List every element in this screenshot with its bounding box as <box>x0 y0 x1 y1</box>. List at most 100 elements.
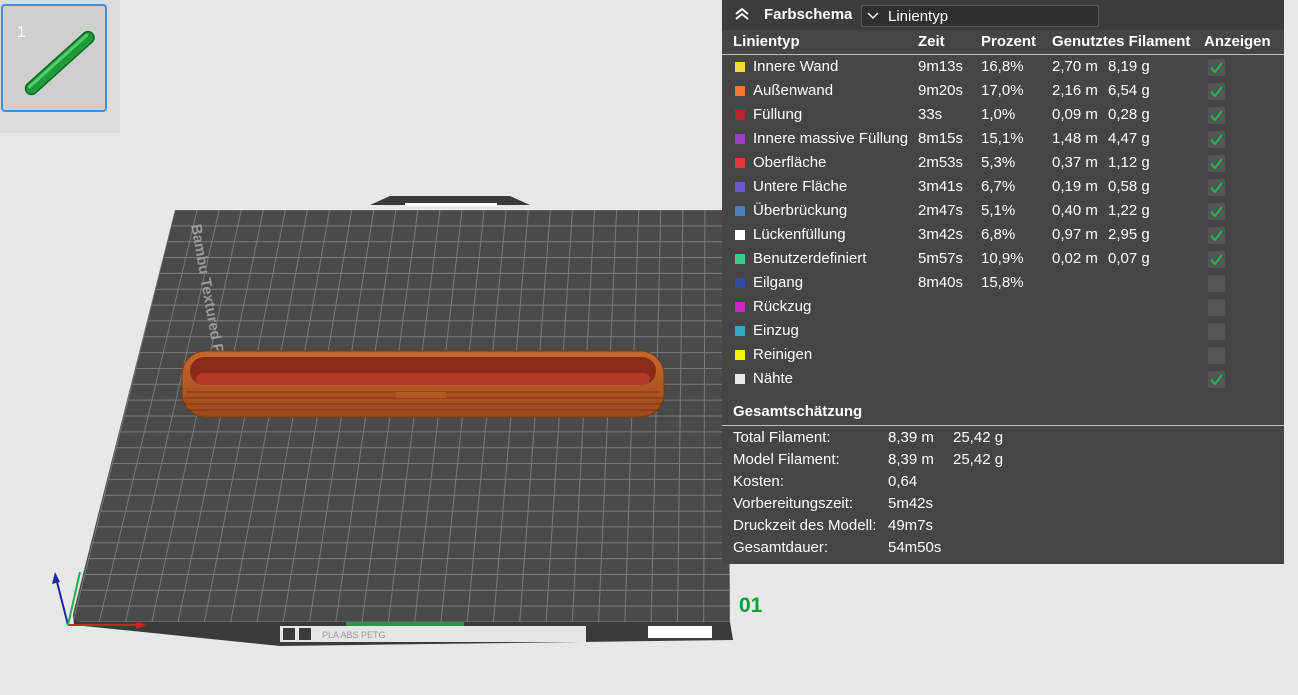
linetype-time: 3m41s <box>918 178 964 195</box>
check-icon <box>1210 182 1223 194</box>
linetype-name: Untere Fläche <box>753 178 848 195</box>
summary-row: Model Filament: 8,39 m 25,42 g <box>722 450 1284 472</box>
view-type-dropdown[interactable]: Linientyp <box>861 5 1099 27</box>
show-checkbox[interactable] <box>1208 155 1225 172</box>
linetype-length: 0,37 m <box>1052 154 1098 171</box>
color-swatch <box>735 326 745 336</box>
col-header-filament: Genutztes Filament <box>1052 33 1191 50</box>
summary-title: Gesamtschätzung <box>733 403 863 420</box>
legend-title: Farbschema <box>764 6 853 23</box>
show-checkbox[interactable] <box>1208 251 1225 268</box>
linetype-weight: 4,47 g <box>1108 130 1150 147</box>
summary-label: Model Filament: <box>733 451 840 468</box>
summary-value: 49m7s <box>888 517 934 534</box>
show-checkbox[interactable] <box>1208 107 1225 124</box>
show-checkbox[interactable] <box>1208 59 1225 76</box>
view-type-value: Linientyp <box>888 8 949 25</box>
summary-value-secondary: 25,42 g <box>953 429 1004 446</box>
color-swatch <box>735 374 745 384</box>
linetype-weight: 6,54 g <box>1108 82 1150 99</box>
linetype-length: 0,40 m <box>1052 202 1098 219</box>
summary-value: 8,39 m <box>888 451 934 468</box>
legend-panel: Farbschema Linientyp Linientyp Zeit Proz… <box>722 0 1284 564</box>
show-checkbox[interactable] <box>1208 275 1225 292</box>
linetype-name: Benutzerdefiniert <box>753 250 867 267</box>
color-swatch <box>735 110 745 120</box>
check-icon <box>1210 110 1223 122</box>
linetype-percent: 17,0% <box>981 82 1024 99</box>
color-swatch <box>735 350 745 360</box>
show-checkbox[interactable] <box>1208 179 1225 196</box>
linetype-row: Einzug <box>722 320 1284 344</box>
check-icon <box>1210 86 1223 98</box>
linetype-length: 0,97 m <box>1052 226 1098 243</box>
col-header-show: Anzeigen <box>1204 33 1271 50</box>
linetype-row: Nähte <box>722 368 1284 392</box>
show-checkbox[interactable] <box>1208 299 1225 316</box>
linetype-row: Lückenfüllung 3m42s 6,8% 0,97 m 2,95 g <box>722 224 1284 248</box>
summary-value: 8,39 m <box>888 429 934 446</box>
linetype-row: Untere Fläche 3m41s 6,7% 0,19 m 0,58 g <box>722 176 1284 200</box>
linetype-length: 1,48 m <box>1052 130 1098 147</box>
linetype-percent: 10,9% <box>981 250 1024 267</box>
linetype-percent: 16,8% <box>981 58 1024 75</box>
linetype-length: 0,19 m <box>1052 178 1098 195</box>
linetype-row: Füllung 33s 1,0% 0,09 m 0,28 g <box>722 104 1284 128</box>
summary-label: Total Filament: <box>733 429 831 446</box>
linetype-weight: 0,28 g <box>1108 106 1150 123</box>
check-icon <box>1210 158 1223 170</box>
summary-row: Total Filament: 8,39 m 25,42 g <box>722 428 1284 450</box>
summary-value: 0,64 <box>888 473 918 490</box>
linetype-name: Reinigen <box>753 346 813 363</box>
color-swatch <box>735 134 745 144</box>
linetype-weight: 1,12 g <box>1108 154 1150 171</box>
check-icon <box>1210 206 1223 218</box>
color-swatch <box>735 302 745 312</box>
show-checkbox[interactable] <box>1208 131 1225 148</box>
show-checkbox[interactable] <box>1208 83 1225 100</box>
linetype-row: Benutzerdefiniert 5m57s 10,9% 0,02 m 0,07 g <box>722 248 1284 272</box>
linetype-percent: 15,1% <box>981 130 1024 147</box>
check-icon <box>1210 374 1223 386</box>
summary-value-secondary: 25,42 g <box>953 451 1004 468</box>
linetype-time: 8m40s <box>918 274 964 291</box>
plate-thumbnail-strip: 1 <box>0 0 120 133</box>
linetype-name: Innere Wand <box>753 58 839 75</box>
show-checkbox[interactable] <box>1208 347 1225 364</box>
linetype-time: 2m47s <box>918 202 964 219</box>
linetype-row: Eilgang 8m40s 15,8% <box>722 272 1284 296</box>
linetype-name: Eilgang <box>753 274 804 291</box>
summary-label: Druckzeit des Modell: <box>733 517 877 534</box>
linetype-name: Nähte <box>753 370 794 387</box>
summary-row: Vorbereitungszeit: 5m42s <box>722 494 1284 516</box>
linetype-row: Rückzug <box>722 296 1284 320</box>
col-header-linetype: Linientyp <box>733 33 800 50</box>
check-icon <box>1210 230 1223 242</box>
print-object <box>181 350 665 418</box>
summary-value: 5m42s <box>888 495 934 512</box>
linetype-percent: 5,1% <box>981 202 1016 219</box>
linetype-weight: 1,22 g <box>1108 202 1150 219</box>
linetype-length: 0,02 m <box>1052 250 1098 267</box>
linetype-weight: 2,95 g <box>1108 226 1150 243</box>
summary-label: Kosten: <box>733 473 784 490</box>
color-swatch <box>735 206 745 216</box>
linetype-row: Innere Wand 9m13s 16,8% 2,70 m 8,19 g <box>722 56 1284 80</box>
linetype-time: 33s <box>918 106 943 123</box>
linetype-time: 8m15s <box>918 130 964 147</box>
linetype-percent: 1,0% <box>981 106 1016 123</box>
show-checkbox[interactable] <box>1208 227 1225 244</box>
summary-row: Druckzeit des Modell: 49m7s <box>722 516 1284 538</box>
collapse-icon[interactable] <box>734 7 750 21</box>
plate-thumbnail[interactable]: 1 <box>1 4 107 112</box>
show-checkbox[interactable] <box>1208 371 1225 388</box>
summary-value: 54m50s <box>888 539 942 556</box>
linetype-name: Lückenfüllung <box>753 226 846 243</box>
show-checkbox[interactable] <box>1208 203 1225 220</box>
color-swatch <box>735 86 745 96</box>
thumbnail-object <box>24 30 95 96</box>
show-checkbox[interactable] <box>1208 323 1225 340</box>
color-swatch <box>735 230 745 240</box>
linetype-length: 2,16 m <box>1052 82 1098 99</box>
header-divider <box>722 54 1284 55</box>
